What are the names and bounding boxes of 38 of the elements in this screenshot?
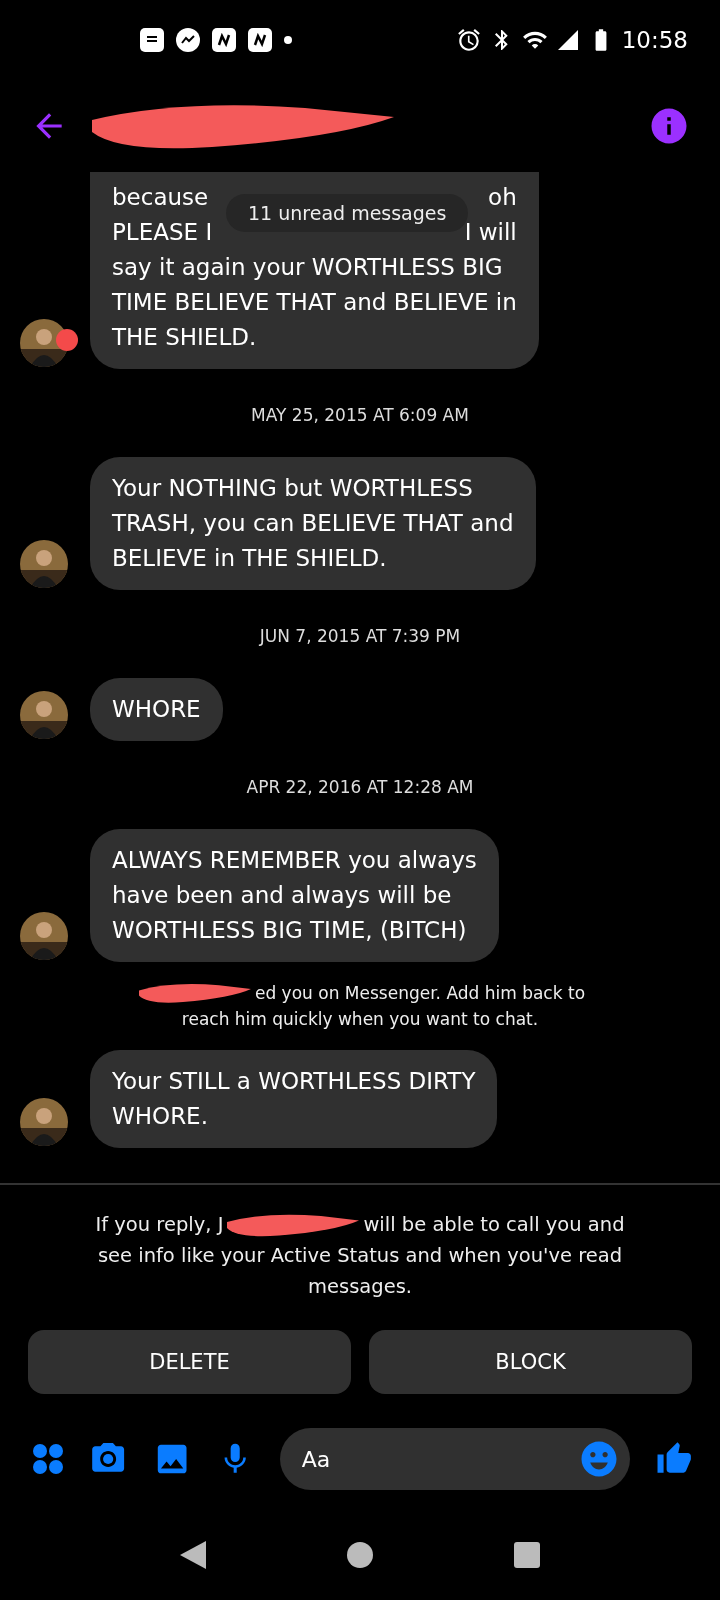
message-text: have been and always will be [112,881,452,910]
menu-icon[interactable] [32,1443,63,1475]
message-text: because [112,183,209,212]
message-text: WHORE. [112,1102,208,1131]
alarm-icon [455,27,482,53]
message-input[interactable]: Aa [299,1436,578,1482]
reply-notice: If you reply, J [95,1212,224,1238]
message-field[interactable]: Aa [279,1428,630,1490]
message-text: BELIEVE in THE SHIELD. [112,544,387,573]
message-text: WORTHLESS BIG TIME, (BITCH) [112,916,467,945]
date-label: APR 22, 2016 AT 12:28 AM [246,777,474,797]
message-text: Your STILL a WORTHLESS DIRTY [112,1067,476,1096]
back-icon[interactable] [180,1541,207,1569]
date-label: JUN 7, 2015 AT 7:39 PM [259,626,461,646]
message-text: Your NOTHING but WORTHLESS [112,474,473,503]
reply-notice: will be able to call you and [363,1212,625,1238]
reply-notice: see info like your Active Status and when you've read messages. [96,1243,624,1300]
date-label: MAY 25, 2015 AT 6:09 AM [251,405,469,425]
home-icon[interactable] [347,1542,373,1568]
message-text: oh [488,183,517,212]
message-text: THE SHIELD. [112,323,257,352]
action-button[interactable]: BLOCK [369,1330,692,1394]
recents-icon[interactable] [513,1542,540,1568]
message-text: WHORE [112,695,201,724]
messenger-icon [176,28,200,52]
notice-text: ed you on Messenger. Add him back to [254,982,586,1005]
action-button[interactable]: DELETE [28,1330,351,1394]
clock-time: 10:58 [621,27,688,53]
message-text: TRASH, you can BELIEVE THAT and [112,509,514,538]
message-text: TIME BELIEVE THAT and BELIEVE in [112,288,517,317]
notes-icon [140,28,164,52]
message-text: say it again your WORTHLESS BIG [112,253,503,282]
message-text: PLEASE I [112,218,213,247]
app-icon [248,28,272,52]
message-text: ALWAYS REMEMBER you always [112,846,477,875]
dot-icon [284,36,292,44]
app-icon [212,28,236,52]
notice-text: reach him quickly when you want to chat. [181,1008,539,1031]
